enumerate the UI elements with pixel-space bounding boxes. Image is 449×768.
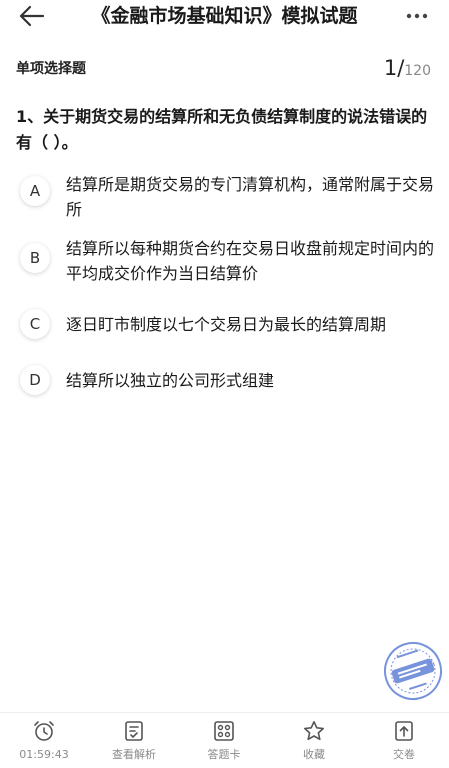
star-icon — [304, 721, 324, 741]
option-text: 结算所是期货交易的专门清算机构，通常附属于交易所 — [66, 175, 435, 219]
option-letter-badge: A — [20, 176, 50, 206]
timer-tab[interactable]: 01:59:43 — [9, 719, 79, 767]
option-b[interactable]: B 结算所以每种期货合约在交易日收盘前规定时间内的平均成交价作为当日结算价 — [20, 236, 435, 288]
bottom-toolbar: 01:59:43 查看解析 答题卡 收藏 交卷 — [0, 712, 449, 768]
back-button[interactable] — [18, 4, 46, 28]
option-a[interactable]: A 结算所是期货交易的专门清算机构，通常附属于交易所 — [20, 172, 435, 224]
answer-card-tab[interactable]: 答题卡 — [189, 719, 259, 767]
watermark-stamp — [384, 642, 442, 700]
option-letter-badge: B — [20, 243, 50, 273]
view-analysis-label: 查看解析 — [112, 748, 156, 761]
timer-readout: 01:59:43 — [19, 748, 69, 761]
option-text: 结算所以每种期货合约在交易日收盘前规定时间内的平均成交价作为当日结算价 — [66, 239, 435, 283]
question-text: 1、关于期货交易的结算所和无负债结算制度的说法错误的有（ ）。 — [16, 107, 428, 152]
option-letter-badge: C — [20, 309, 50, 339]
answer-card-label: 答题卡 — [207, 748, 241, 761]
question-type-label: 单项选择题 — [16, 61, 86, 77]
submit-label: 交卷 — [393, 748, 415, 761]
analysis-doc-icon — [125, 721, 143, 741]
favorite-tab[interactable]: 收藏 — [279, 719, 349, 767]
option-text: 结算所以独立的公司形式组建 — [66, 371, 275, 390]
total-question-count: 120 — [404, 63, 431, 79]
current-question-number: 1 — [383, 56, 398, 80]
top-header: 《金融市场基础知识》模拟试题 — [0, 0, 449, 34]
option-letter-badge: D — [20, 365, 50, 395]
answer-card-grid-icon — [214, 721, 234, 741]
more-button[interactable] — [405, 6, 429, 26]
option-c[interactable]: C 逐日盯市制度以七个交易日为最长的结算周期 — [20, 309, 435, 342]
view-analysis-tab[interactable]: 查看解析 — [99, 719, 169, 767]
alarm-clock-icon — [34, 721, 54, 741]
page-title: 《金融市场基础知识》模拟试题 — [91, 5, 358, 27]
favorite-label: 收藏 — [303, 748, 325, 761]
back-arrow-icon — [19, 5, 45, 27]
option-text: 逐日盯市制度以七个交易日为最长的结算周期 — [66, 315, 387, 334]
option-d[interactable]: D 结算所以独立的公司形式组建 — [20, 365, 435, 398]
submit-tab[interactable]: 交卷 — [369, 719, 439, 767]
upload-submit-icon — [395, 721, 413, 741]
question-counter: 1/120 — [384, 56, 431, 83]
more-dots-icon — [406, 13, 428, 19]
